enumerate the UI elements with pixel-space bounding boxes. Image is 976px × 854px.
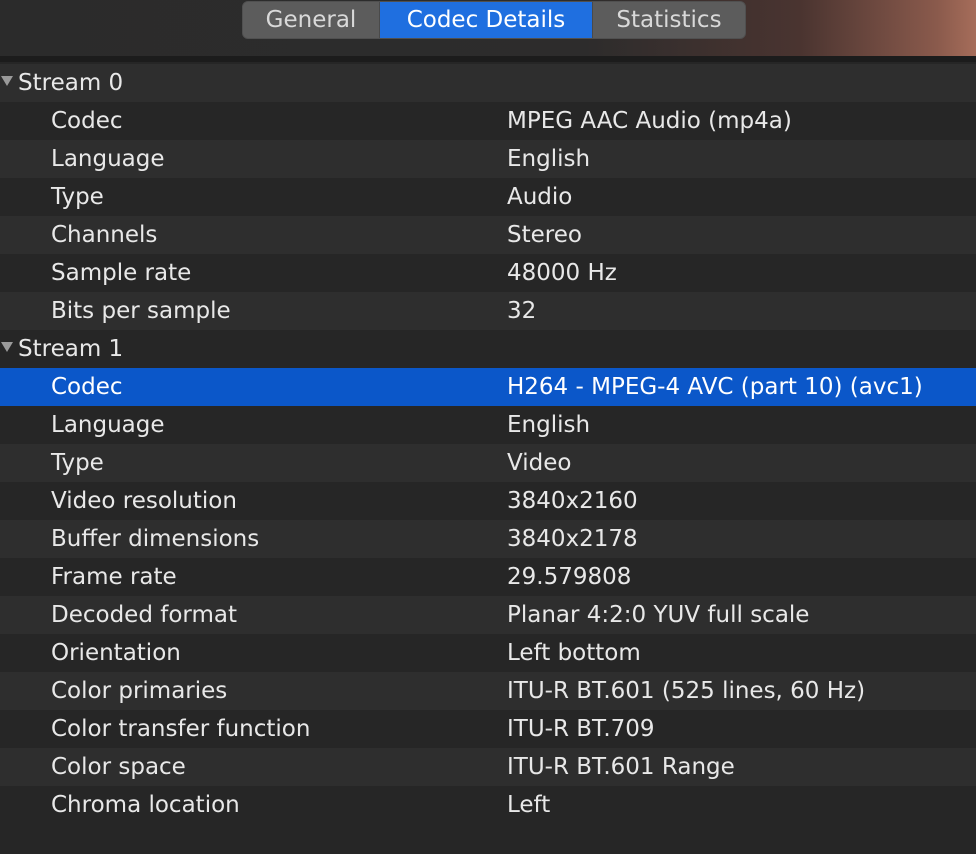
table-row[interactable]: Language English	[0, 140, 976, 178]
property-value: English	[507, 412, 591, 438]
property-value: ITU-R BT.601 (525 lines, 60 Hz)	[507, 678, 866, 704]
property-label: Frame rate	[51, 564, 177, 590]
table-row[interactable]: Sample rate 48000 Hz	[0, 254, 976, 292]
table-row[interactable]: Color primaries ITU-R BT.601 (525 lines,…	[0, 672, 976, 710]
property-label: Sample rate	[51, 260, 192, 286]
table-row[interactable]: Chroma location Left	[0, 786, 976, 824]
property-label: Type	[51, 450, 104, 476]
property-label: Language	[51, 146, 165, 172]
stream-title: Stream 1	[18, 336, 124, 362]
table-row[interactable]: Type Audio	[0, 178, 976, 216]
table-row[interactable]: Codec MPEG AAC Audio (mp4a)	[0, 102, 976, 140]
table-row[interactable]: Orientation Left bottom	[0, 634, 976, 672]
stream-title: Stream 0	[18, 70, 124, 96]
table-row[interactable]: Type Video	[0, 444, 976, 482]
property-label: Color space	[51, 754, 186, 780]
disclosure-triangle-icon[interactable]	[1, 76, 13, 86]
property-value: Left	[507, 792, 551, 818]
property-label: Channels	[51, 222, 158, 248]
stream-1-group-row[interactable]: Stream 1	[0, 330, 976, 368]
property-value: MPEG AAC Audio (mp4a)	[507, 108, 792, 134]
property-label: Bits per sample	[51, 298, 231, 324]
property-value: 48000 Hz	[507, 260, 617, 286]
property-value: 3840x2160	[507, 488, 638, 514]
tab-codec-details[interactable]: Codec Details	[379, 2, 592, 38]
table-row[interactable]: Decoded format Planar 4:2:0 YUV full sca…	[0, 596, 976, 634]
table-row-selected[interactable]: Codec H264 - MPEG-4 AVC (part 10) (avc1)	[0, 368, 976, 406]
table-row[interactable]: Buffer dimensions 3840x2178	[0, 520, 976, 558]
property-label: Buffer dimensions	[51, 526, 260, 552]
stream-0-group-row[interactable]: Stream 0	[0, 64, 976, 102]
property-value: Video	[507, 450, 572, 476]
property-label: Orientation	[51, 640, 181, 666]
property-label: Codec	[51, 108, 123, 134]
property-value: Left bottom	[507, 640, 641, 666]
table-row[interactable]: Language English	[0, 406, 976, 444]
table-row[interactable]: Video resolution 3840x2160	[0, 482, 976, 520]
property-value: ITU-R BT.601 Range	[507, 754, 735, 780]
codec-info-window: General Codec Details Statistics Stream …	[0, 0, 976, 854]
tab-segmented-control: General Codec Details Statistics	[242, 1, 746, 39]
tab-statistics[interactable]: Statistics	[592, 2, 745, 38]
property-value: 32	[507, 298, 537, 324]
property-label: Color primaries	[51, 678, 228, 704]
property-label: Decoded format	[51, 602, 237, 628]
property-label: Codec	[51, 374, 123, 400]
property-label: Chroma location	[51, 792, 240, 818]
property-value: Audio	[507, 184, 573, 210]
tab-general[interactable]: General	[243, 2, 379, 38]
disclosure-triangle-icon[interactable]	[1, 342, 13, 352]
property-value: ITU-R BT.709	[507, 716, 655, 742]
property-label: Video resolution	[51, 488, 237, 514]
property-label: Type	[51, 184, 104, 210]
property-value: Planar 4:2:0 YUV full scale	[507, 602, 810, 628]
property-value: English	[507, 146, 591, 172]
property-label: Color transfer function	[51, 716, 311, 742]
table-row[interactable]: Bits per sample 32	[0, 292, 976, 330]
property-value: 29.579808	[507, 564, 632, 590]
property-label: Language	[51, 412, 165, 438]
table-row[interactable]: Color space ITU-R BT.601 Range	[0, 748, 976, 786]
property-value: Stereo	[507, 222, 582, 248]
table-row[interactable]: Color transfer function ITU-R BT.709	[0, 710, 976, 748]
table-row[interactable]: Frame rate 29.579808	[0, 558, 976, 596]
property-value: H264 - MPEG-4 AVC (part 10) (avc1)	[507, 374, 923, 400]
table-row[interactable]: Channels Stereo	[0, 216, 976, 254]
property-value: 3840x2178	[507, 526, 638, 552]
codec-details-outline: Stream 0 Codec MPEG AAC Audio (mp4a) Lan…	[0, 64, 976, 824]
toolbar-divider	[0, 56, 976, 62]
